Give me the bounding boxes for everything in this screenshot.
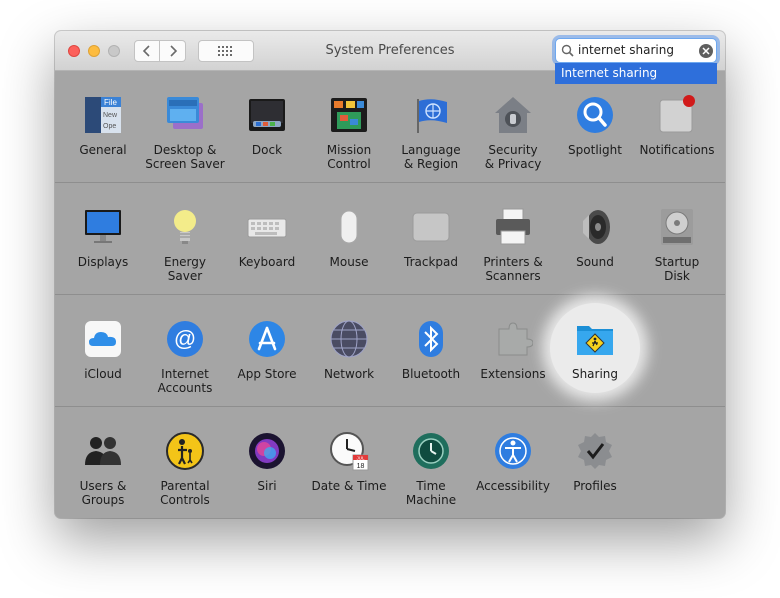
pane-bluetooth[interactable]: Bluetooth — [390, 319, 472, 419]
pane-language-region[interactable]: Language & Region — [390, 95, 472, 195]
close-icon — [702, 47, 710, 55]
pane-printers-scanners[interactable]: Printers & Scanners — [472, 207, 554, 307]
pane-displays[interactable]: Displays — [62, 207, 144, 307]
mouse-icon — [340, 210, 358, 244]
pane-keyboard[interactable]: Keyboard — [226, 207, 308, 307]
svg-text:File: File — [104, 98, 117, 107]
users-icon — [85, 437, 121, 465]
pane-startup-disk[interactable]: Startup Disk — [636, 207, 718, 307]
at-sign-icon: @ — [167, 321, 203, 357]
pane-date-time[interactable]: JUL 18 Date & Time — [308, 431, 390, 518]
show-all-button[interactable] — [198, 40, 254, 62]
pane-trackpad[interactable]: Trackpad — [390, 207, 472, 307]
svg-text:Ope: Ope — [103, 123, 116, 130]
house-lock-icon — [495, 97, 531, 133]
magnifier-icon — [577, 97, 613, 133]
puzzle-icon — [498, 322, 533, 356]
pane-sound[interactable]: Sound — [554, 207, 636, 307]
sharing-folder-icon — [577, 326, 613, 355]
pane-energy-saver[interactable]: Energy Saver — [144, 207, 226, 307]
clear-search-button[interactable] — [699, 44, 713, 58]
svg-text:JUL: JUL — [356, 456, 364, 461]
search-icon — [561, 44, 574, 57]
pane-desktop-screen-saver[interactable]: Desktop & Screen Saver — [144, 95, 226, 195]
pane-time-machine[interactable]: Time Machine — [390, 431, 472, 518]
mission-control-icon — [331, 98, 367, 132]
keyboard-icon — [247, 218, 287, 238]
bluetooth-icon — [419, 321, 443, 357]
clock-calendar-icon: JUL 18 — [330, 432, 369, 471]
parental-icon — [166, 432, 204, 470]
window-title: System Preferences — [325, 43, 455, 58]
flag-icon — [417, 99, 447, 133]
pane-network[interactable]: Network — [308, 319, 390, 419]
lightbulb-icon — [174, 210, 196, 244]
monitor-icon — [85, 210, 121, 243]
pane-general[interactable]: File New Ope General — [62, 95, 144, 195]
chevron-left-icon — [142, 45, 150, 57]
close-window-button[interactable] — [68, 45, 80, 57]
zoom-window-button[interactable] — [108, 45, 120, 57]
time-machine-icon — [413, 433, 449, 469]
speaker-icon — [583, 210, 610, 244]
pane-spotlight[interactable]: Spotlight — [554, 95, 636, 195]
siri-icon — [249, 433, 285, 469]
pane-notifications[interactable]: Notifications — [636, 95, 718, 195]
pane-accessibility[interactable]: Accessibility — [472, 431, 554, 518]
back-button[interactable] — [134, 40, 160, 62]
printer-icon — [496, 208, 530, 245]
cloud-icon — [85, 321, 121, 357]
pane-profiles[interactable]: Profiles — [554, 431, 636, 518]
general-icon: File New Ope — [85, 97, 121, 133]
search-input[interactable]: internet sharing — [578, 43, 674, 57]
app-store-icon — [249, 321, 285, 357]
pane-mouse[interactable]: Mouse — [308, 207, 390, 307]
notifications-icon — [659, 95, 695, 133]
desktop-icon — [167, 97, 203, 129]
pane-mission-control[interactable]: Mission Control — [308, 95, 390, 195]
badge-check-icon — [578, 433, 612, 469]
pane-icloud[interactable]: iCloud — [62, 319, 144, 419]
grid-dots-icon — [218, 46, 232, 56]
svg-text:@: @ — [174, 326, 196, 351]
chevron-right-icon — [169, 45, 177, 57]
trackpad-icon — [412, 212, 450, 242]
disk-icon — [661, 209, 693, 245]
pane-parental-controls[interactable]: Parental Controls — [144, 431, 226, 518]
pane-extensions[interactable]: Extensions — [472, 319, 554, 419]
svg-text:18: 18 — [357, 463, 365, 470]
pane-internet-accounts[interactable]: @ Internet Accounts — [144, 319, 226, 419]
pane-siri[interactable]: Siri — [226, 431, 308, 518]
system-preferences-window: System Preferences File New Ope General — [55, 31, 725, 518]
pane-dock[interactable]: Dock — [226, 95, 308, 195]
minimize-window-button[interactable] — [88, 45, 100, 57]
pane-security-privacy[interactable]: Security & Privacy — [472, 95, 554, 195]
accessibility-icon — [495, 433, 531, 469]
pane-app-store[interactable]: App Store — [226, 319, 308, 419]
forward-button[interactable] — [160, 40, 186, 62]
globe-icon — [330, 320, 368, 358]
dock-icon — [249, 99, 285, 131]
pane-sharing[interactable]: Sharing — [554, 319, 636, 419]
search-field[interactable]: internet sharing — [555, 38, 717, 63]
pane-users-groups[interactable]: Users & Groups — [62, 431, 144, 518]
svg-text:New: New — [103, 112, 118, 119]
search-suggestion-item[interactable]: Internet sharing — [555, 63, 717, 84]
